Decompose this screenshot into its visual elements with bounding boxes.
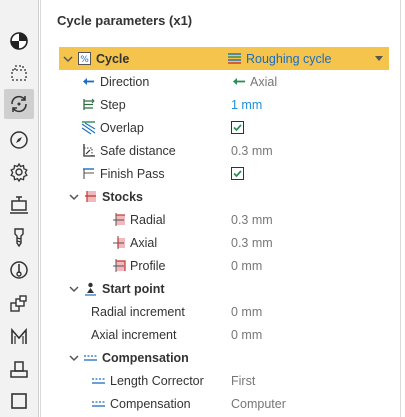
length-corrector-row[interactable]: Length Corrector First [59,369,389,392]
compensation-label: Compensation [110,396,191,411]
finish-pass-row[interactable]: Finish Pass [59,162,389,185]
stack-icon[interactable] [4,289,34,319]
chevron-down-icon[interactable] [69,284,79,294]
radial-increment-value[interactable]: 0 mm [231,300,262,323]
chevron-down-icon[interactable] [63,54,73,64]
square-icon[interactable] [4,386,34,416]
direction-label: Direction [100,74,150,89]
compensation-row[interactable]: Compensation Computer [59,392,389,415]
direction-value-text: Axial [250,74,278,89]
profile-label: Profile [130,258,166,273]
axial-increment-label: Axial increment [91,327,177,342]
overlap-checkbox[interactable] [231,121,244,134]
material-icon[interactable] [4,26,34,56]
cycle-dropdown-value: Roughing cycle [246,51,332,66]
stocks-label: Stocks [102,189,143,204]
selection-icon[interactable] [4,58,34,88]
cycle-settings-icon: % [78,52,91,65]
finish-pass-label: Finish Pass [100,166,165,181]
arrow-left-icon [83,78,94,85]
axial-increment-row[interactable]: Axial increment 0 mm [59,323,389,346]
left-toolbar [0,0,39,417]
step-icon [83,98,95,110]
axial-value[interactable]: 0.3 mm [231,231,273,254]
profile-row[interactable]: Profile 0 mm [59,254,389,277]
cycle-dropdown[interactable]: Roughing cycle [227,47,389,70]
step-row[interactable]: Step 1 mm [59,93,389,116]
radial-increment-row[interactable]: Radial increment 0 mm [59,300,389,323]
profile-stock-icon [113,259,126,272]
compensation-icon [84,355,97,361]
compensation-group-row[interactable]: Compensation [59,346,389,369]
overlap-icon [81,121,96,135]
settings-gear-icon[interactable] [4,157,34,187]
probe-icon[interactable] [4,255,34,285]
safe-distance-row[interactable]: Safe distance 0.3 mm [59,139,389,162]
compass-icon[interactable] [4,125,34,155]
radial-row[interactable]: Radial 0.3 mm [59,208,389,231]
radial-stock-icon [113,213,125,226]
axial-arrow-icon [233,78,245,85]
cycle-parameters-panel: Cycle parameters (x1) % Cycle Roughing c… [40,0,405,417]
direction-value[interactable]: Axial [231,70,277,93]
stocks-group-row[interactable]: Stocks [59,185,389,208]
overlap-row[interactable]: Overlap [59,116,389,139]
start-point-label: Start point [102,281,165,296]
axial-row[interactable]: Axial 0.3 mm [59,231,389,254]
machine-icon[interactable] [4,190,34,220]
compensation-mode-icon [92,401,105,407]
panel-divider [400,0,401,417]
cycle-label: Cycle [96,51,130,66]
compensation-value[interactable]: Computer [231,392,286,415]
cycle-icon[interactable] [4,89,34,119]
direction-row[interactable]: Direction Axial [59,70,389,93]
radial-increment-label: Radial increment [91,304,185,319]
safe-distance-icon [83,144,95,157]
overlap-label: Overlap [100,120,144,135]
panel-title: Cycle parameters (x1) [57,13,193,28]
radial-label: Radial [130,212,166,227]
step-value[interactable]: 1 mm [231,93,262,116]
compensation-group-label: Compensation [102,350,189,365]
radial-value[interactable]: 0.3 mm [231,208,273,231]
drill-tool-icon[interactable] [4,222,34,252]
finish-pass-value[interactable] [231,162,244,185]
stamp-icon[interactable] [4,354,34,384]
dropdown-arrow-icon[interactable] [375,56,383,61]
profile-value[interactable]: 0 mm [231,254,262,277]
step-label: Step [100,97,126,112]
length-corrector-icon [92,378,105,384]
macro-m-icon[interactable] [4,322,34,352]
safe-distance-value[interactable]: 0.3 mm [231,139,273,162]
axial-label: Axial [130,235,158,250]
start-point-group-row[interactable]: Start point [59,277,389,300]
cycle-row[interactable]: % Cycle Roughing cycle [59,47,389,70]
overlap-value[interactable] [231,116,244,139]
stocks-icon [85,191,96,202]
finish-pass-checkbox[interactable] [231,167,244,180]
chevron-down-icon[interactable] [69,192,79,202]
start-point-icon [85,282,96,296]
length-corrector-value[interactable]: First [231,369,255,392]
length-corrector-label: Length Corrector [110,373,204,388]
finish-pass-icon [83,168,94,179]
svg-text:%: % [80,55,89,65]
chevron-down-icon[interactable] [69,353,79,363]
safe-distance-label: Safe distance [100,143,176,158]
axial-stock-icon [113,236,125,249]
axial-increment-value[interactable]: 0 mm [231,323,262,346]
roughing-cycle-icon [228,53,241,64]
